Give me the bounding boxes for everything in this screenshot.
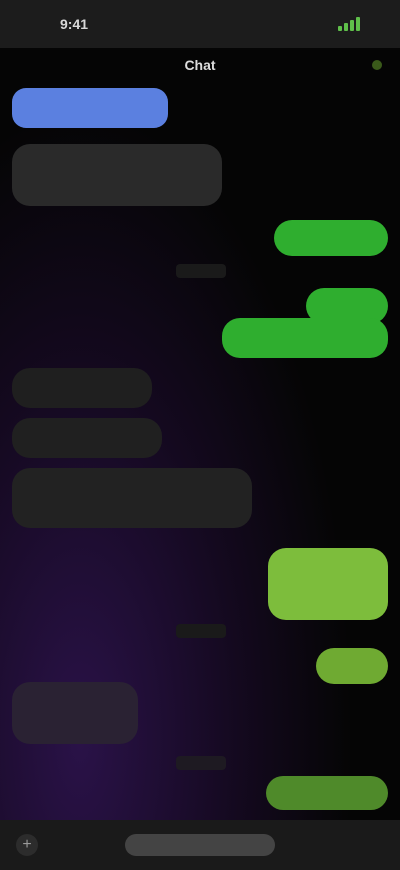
message-timestamp	[176, 756, 226, 770]
message-bubble-outgoing[interactable]	[266, 776, 388, 810]
message-bubble-incoming-link[interactable]	[12, 88, 168, 128]
message-bubble-incoming[interactable]	[12, 368, 152, 408]
message-bubble-incoming[interactable]	[12, 682, 138, 744]
message-list[interactable]	[0, 82, 400, 820]
message-bubble-outgoing[interactable]	[316, 648, 388, 684]
message-input[interactable]	[125, 834, 275, 856]
message-bubble-outgoing[interactable]	[274, 220, 388, 256]
message-bubble-outgoing[interactable]	[268, 548, 388, 620]
status-dot-icon	[372, 60, 382, 70]
message-timestamp	[176, 624, 226, 638]
message-bubble-incoming[interactable]	[12, 468, 252, 528]
message-bubble-outgoing[interactable]	[222, 318, 388, 358]
status-time: 9:41	[60, 16, 89, 32]
message-bubble-incoming[interactable]	[12, 144, 222, 206]
message-bubble-incoming[interactable]	[12, 418, 162, 458]
conversation-header[interactable]: Chat	[0, 48, 400, 82]
composer[interactable]: +	[0, 820, 400, 870]
signal-icon	[338, 17, 360, 31]
status-bar: 9:41	[0, 0, 400, 48]
plus-icon[interactable]: +	[16, 834, 38, 856]
message-timestamp	[176, 264, 226, 278]
contact-name[interactable]: Chat	[184, 57, 215, 73]
